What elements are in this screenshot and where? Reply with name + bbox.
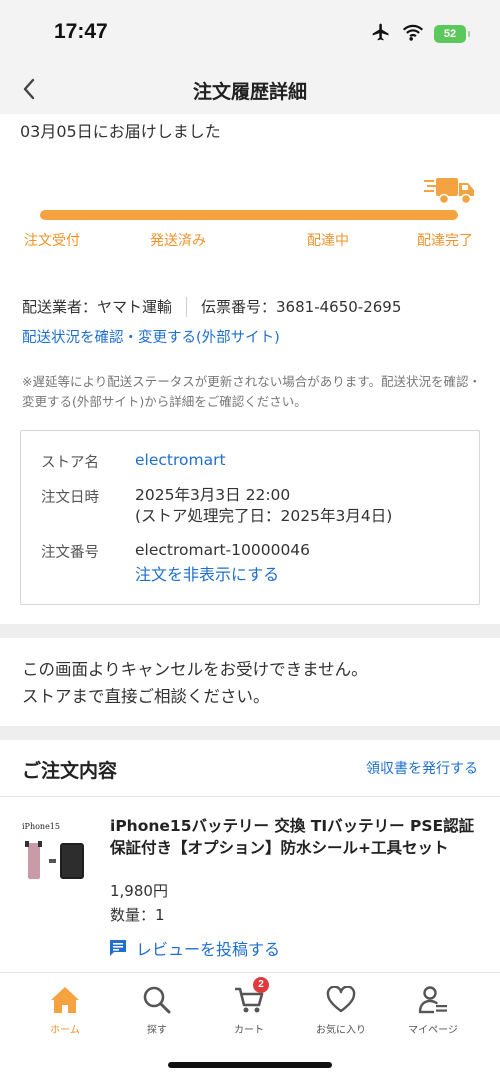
order-number: electromart-10000046 — [135, 541, 311, 559]
tab-cart-label: カート — [234, 1025, 264, 1036]
tab-favorites[interactable]: お気に入り — [301, 983, 381, 1036]
step-delivered: 配達完了 — [417, 233, 473, 249]
delay-notice: ※遅延等により配送ステータスが更新されない場合があります。配送状況を確認・変更す… — [22, 374, 481, 409]
divider — [186, 296, 188, 317]
tab-home-label: ホーム — [50, 1025, 80, 1036]
heart-icon — [301, 983, 381, 1017]
product-name-link[interactable]: iPhone15バッテリー 交換 TIバッテリー PSE認証 保証付き【オプショ… — [110, 815, 484, 859]
cancel-notice-line2: ストアまで直接ご相談ください。 — [22, 687, 270, 706]
cart-badge: 2 — [253, 977, 269, 993]
wifi-icon — [402, 23, 424, 45]
home-indicator[interactable] — [168, 1062, 332, 1068]
write-review-button[interactable]: レビューを投稿する — [108, 936, 280, 960]
delivery-progress-bar — [40, 210, 458, 220]
store-processed-date: (ストア処理完了日：2025年3月4日) — [135, 507, 393, 525]
truck-icon — [424, 176, 476, 210]
hide-order-link[interactable]: 注文を非表示にする — [135, 564, 310, 585]
battery-icon: 52 — [434, 25, 470, 43]
status-time: 17:47 — [54, 20, 108, 43]
order-number-label: 注文番号 — [41, 545, 99, 561]
cart-icon: 2 — [209, 977, 289, 1017]
step-in-transit: 配達中 — [307, 233, 349, 249]
divider — [0, 796, 500, 797]
status-bar: 17:47 52 — [0, 0, 500, 64]
tracking-number: 伝票番号：3681-4650-2695 — [201, 298, 402, 316]
product-thumbnail[interactable]: iPhone15 — [22, 822, 90, 886]
airplane-icon — [370, 22, 392, 46]
tab-mypage-label: マイページ — [408, 1025, 458, 1036]
order-info-box: ストア名 electromart 注文日時 2025年3月3日 22:00 (ス… — [20, 430, 480, 605]
nav-bar: 注文履歴詳細 — [0, 64, 500, 114]
order-number-value: electromart-10000046 注文を非表示にする — [135, 540, 310, 585]
store-label: ストア名 — [41, 455, 99, 471]
search-icon — [117, 983, 197, 1017]
cancel-notice-line1: この画面よりキャンセルをお受けできません。 — [22, 660, 368, 679]
order-date-value: 2025年3月3日 22:00 (ストア処理完了日：2025年3月4日) — [135, 485, 392, 527]
tracking-link[interactable]: 配送状況を確認・変更する(外部サイト) — [22, 326, 280, 347]
tab-search-label: 探す — [147, 1025, 167, 1036]
review-label: レビューを投稿する — [136, 940, 281, 959]
tab-mypage[interactable]: マイページ — [393, 983, 473, 1036]
user-icon — [393, 983, 473, 1017]
tab-cart[interactable]: 2 カート — [209, 977, 289, 1036]
section-divider — [0, 624, 500, 638]
store-link[interactable]: electromart — [135, 450, 226, 471]
step-shipped: 発送済み — [150, 233, 206, 249]
battery-product-image — [25, 841, 84, 879]
section-divider — [0, 726, 500, 740]
step-order-received: 注文受付 — [24, 233, 80, 249]
tab-home[interactable]: ホーム — [25, 983, 105, 1036]
page-title: 注文履歴詳細 — [192, 81, 307, 103]
order-date-label: 注文日時 — [41, 490, 99, 506]
tab-favorites-label: お気に入り — [316, 1025, 366, 1036]
issue-receipt-link[interactable]: 領収書を発行する — [366, 758, 478, 778]
carrier-label: 配送業者：ヤマト運輸 — [22, 298, 173, 316]
product-price: 1,980円 — [110, 882, 168, 900]
delivery-status-text: 03月05日にお届けしました — [20, 122, 221, 141]
home-icon — [25, 983, 105, 1017]
status-icons: 52 — [370, 22, 470, 46]
order-contents-title: ご注文内容 — [22, 760, 118, 782]
product-quantity: 数量：1 — [110, 906, 165, 924]
thumbnail-label: iPhone15 — [22, 822, 60, 831]
carrier-info: 配送業者：ヤマト運輸 伝票番号：3681-4650-2695 — [22, 296, 401, 317]
cancel-notice: この画面よりキャンセルをお受けできません。 ストアまで直接ご相談ください。 — [22, 656, 368, 710]
tab-search[interactable]: 探す — [117, 983, 197, 1036]
review-icon — [110, 940, 126, 956]
battery-level: 52 — [443, 28, 457, 40]
order-date: 2025年3月3日 22:00 — [135, 486, 291, 504]
